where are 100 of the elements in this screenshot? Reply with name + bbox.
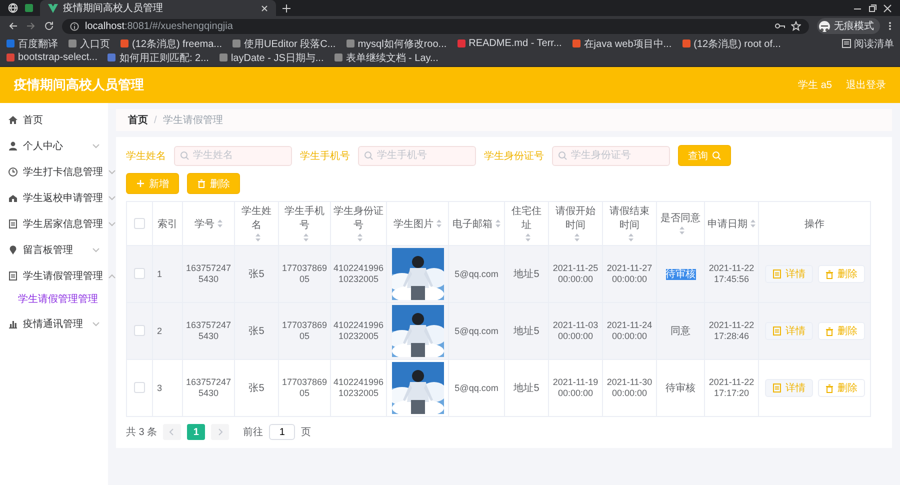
table-cell: 1637572475430 [186,377,232,398]
tab-title: 疫情期间高校人员管理 [63,2,164,15]
page-suffix: 页 [301,426,312,439]
search-field[interactable]: 学生手机号 [358,146,476,166]
table-cell: 17703786905 [282,377,328,398]
reading-list-button[interactable]: 阅读清单 [842,37,894,50]
bookmark[interactable]: (12条消息) root of... [682,37,781,50]
search-field[interactable]: 学生姓名 [174,146,292,166]
location-pin-icon [8,245,18,255]
table-cell: 2021-11-22 17:28:46 [708,320,754,341]
plus-icon [136,179,145,188]
bookmark[interactable]: bootstrap-select... [6,51,98,64]
clock-icon [8,167,18,177]
goto-label: 前往 [243,426,264,439]
bookmark-favicon-icon [456,39,466,48]
table-cell: 1637572475430 [186,320,232,341]
sidebar-item[interactable]: 学生返校申请管理 [0,185,108,211]
trash-icon [824,384,834,392]
bookmark[interactable]: 在java web项目中... [572,37,672,50]
trash-icon [197,179,206,188]
info-icon [70,22,79,30]
home-icon [8,115,18,125]
table-cell: 2021-11-22 17:45:56 [708,263,754,284]
table-cell: 410224199610232005 [333,320,384,341]
sidebar-item[interactable]: 留言板管理 [0,237,108,263]
sidebar-item[interactable]: 学生居家信息管理 [0,211,108,237]
bookmark[interactable]: README.md - Terr... [456,37,562,50]
column-header: 操作 [804,218,824,230]
checkbox[interactable] [134,268,145,280]
sidebar-item[interactable]: 首页 [0,107,108,133]
reload-icon [44,21,54,31]
checkbox[interactable] [134,218,145,229]
sidebar-subitem[interactable]: 学生请假管理管理 [0,289,108,311]
table-cell: 410224199610232005 [333,377,384,398]
document-icon [772,383,782,393]
table-cell: 1 [157,268,162,278]
document-icon [772,269,782,279]
table-cell: 2021-11-19 00:00:00 [552,377,598,398]
column-header[interactable]: 学号 [194,216,214,230]
search-field[interactable]: 学生身份证号 [552,146,670,166]
sidebar-item[interactable]: 个人中心 [0,133,108,159]
trash-icon [824,326,834,336]
star-icon [791,21,801,31]
bookmark[interactable]: layDate - JS日期与... [218,51,324,64]
page-input[interactable]: 1 [269,424,296,440]
total-count: 共 3 条 [126,426,158,439]
column-header: 索引 [158,218,178,230]
sidebar-item[interactable]: 学生打卡信息管理 [0,159,108,185]
user-name: 学生 a5 [798,78,832,92]
sidebar-item[interactable]: 学生请假管理管理 [0,263,108,289]
previous-page-icon [163,424,182,440]
table-cell: 2021-11-27 00:00:00 [606,263,652,284]
profile-button[interactable]: 无痕模式 [817,18,880,34]
next-page-icon [211,424,230,440]
table-cell: 5@qq.com [454,268,498,278]
chart-icon [8,319,18,329]
table-cell: 17703786905 [282,320,328,341]
table-cell: 地址5 [514,383,540,394]
list-icon [842,39,851,48]
table-cell: 2 [157,326,162,336]
checkbox[interactable] [134,382,145,394]
bookmark-favicon-icon [682,39,691,48]
back-icon [8,21,18,31]
bookmark[interactable]: 入口页 [68,37,110,50]
app-title: 疫情期间高校人员管理 [14,76,144,94]
forward-icon [26,21,36,31]
field-label: 学生手机号 [300,150,350,162]
document-icon [8,219,18,229]
search-icon [558,150,567,160]
document-icon [8,271,18,281]
trash-icon [824,270,834,278]
table-cell: 2021-11-22 17:17:20 [708,377,754,398]
table-cell: 地址5 [514,269,540,280]
bookmark[interactable]: 表单继续文档 - Lay... [334,51,438,64]
bookmark[interactable]: 使用UEditor 段落C... [232,37,336,50]
table-cell: 3 [157,382,162,392]
person-icon [8,141,18,151]
table-cell: 2021-11-25 00:00:00 [552,263,598,284]
table-cell: 5@qq.com [454,382,498,392]
search-icon [712,151,721,160]
tab-icon [24,3,34,13]
breadcrumb-link[interactable]: 首页 [128,113,148,127]
bookmark[interactable]: 如何用正则匹配: 2... [107,51,209,64]
table-cell: 1637572475430 [186,263,232,284]
checkbox[interactable] [134,325,145,336]
separator: / [154,114,157,126]
table-cell: 同意 [670,326,690,337]
bookmark[interactable]: mysql如何修改roo... [346,37,447,50]
bookmark[interactable]: 百度翻译 [6,37,58,50]
table-cell: 张5 [248,269,264,280]
browser-tab[interactable]: 疫情期间高校人员管理 [40,0,276,16]
address-field[interactable]: localhost:8081/#/xueshengqingjia [62,18,809,34]
table-cell: 2021-11-03 00:00:00 [552,320,598,341]
field-label: 学生身份证号 [484,150,544,162]
key-icon [775,22,785,30]
sidebar-item[interactable]: 疫情通讯管理 [0,311,108,337]
bookmark[interactable]: (12条消息) freema... [120,37,222,50]
table-cell: 地址5 [514,326,540,337]
close-icon [261,4,268,12]
new-tab-icon [282,4,291,12]
